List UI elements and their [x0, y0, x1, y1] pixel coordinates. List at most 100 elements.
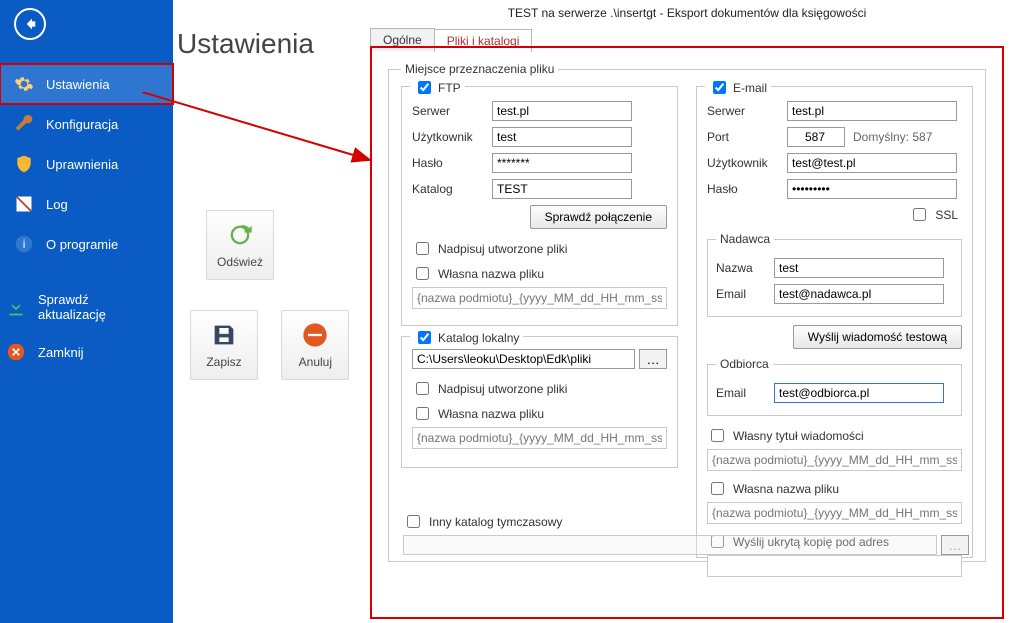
local-ownname-checkbox[interactable]: [416, 407, 429, 420]
sidebar-item-aktualizacje[interactable]: Sprawdź aktualizację: [0, 282, 173, 332]
shield-icon: [14, 154, 34, 174]
save-button[interactable]: Zapisz: [190, 310, 258, 380]
ftp-server-input[interactable]: [492, 101, 632, 121]
sidebar-item-uprawnienia[interactable]: Uprawnienia: [0, 144, 173, 184]
form-panel: Miejsce przeznaczenia pliku FTP Serwer U…: [370, 46, 1004, 619]
ftp-server-label: Serwer: [412, 104, 484, 118]
wrench-icon: [14, 114, 34, 134]
email-own-subject-label: Własny tytuł wiadomości: [733, 429, 864, 443]
sender-name-label: Nazwa: [716, 261, 766, 275]
email-test-button[interactable]: Wyślij wiadomość testową: [793, 325, 962, 349]
local-checkbox[interactable]: [418, 331, 431, 344]
email-pass-input[interactable]: [787, 179, 957, 199]
email-own-name-checkbox[interactable]: [711, 482, 724, 495]
sidebar-item-zamknij[interactable]: Zamknij: [0, 332, 173, 372]
email-server-input[interactable]: [787, 101, 957, 121]
save-icon: [210, 321, 238, 349]
sidebar-item-label: O programie: [46, 237, 118, 252]
ftp-user-input[interactable]: [492, 127, 632, 147]
local-legend-label: Katalog lokalny: [438, 331, 519, 345]
recipient-email-label: Email: [716, 386, 766, 400]
refresh-icon: [226, 221, 254, 249]
email-port-label: Port: [707, 130, 779, 144]
sidebar-item-label: Log: [46, 197, 68, 212]
email-own-subject-input: [707, 449, 962, 471]
local-ownname-label: Własna nazwa pliku: [438, 407, 544, 421]
refresh-button[interactable]: Odśwież: [206, 210, 274, 280]
sidebar-item-label: Konfiguracja: [46, 117, 118, 132]
tmp-path-input: [403, 535, 937, 555]
cancel-label: Anuluj: [299, 355, 332, 369]
save-label: Zapisz: [206, 355, 241, 369]
recipient-email-input[interactable]: [774, 383, 944, 403]
email-pass-label: Hasło: [707, 182, 779, 196]
ftp-ownname-checkbox[interactable]: [416, 267, 429, 280]
sender-legend: Nadawca: [716, 232, 774, 246]
gear-icon: [14, 74, 34, 94]
fieldset-destination-legend: Miejsce przeznaczenia pliku: [401, 62, 558, 76]
action-buttons: Odśwież Zapisz Anuluj: [190, 210, 365, 380]
sidebar-item-label: Ustawienia: [46, 77, 110, 92]
email-user-label: Użytkownik: [707, 156, 779, 170]
local-overwrite-label: Nadpisuj utworzone pliki: [438, 382, 567, 396]
email-bcc-input[interactable]: [707, 555, 962, 577]
group-temp-dir: Inny katalog tymczasowy …: [403, 506, 969, 555]
local-ownname-input: [412, 427, 667, 449]
email-port-hint: Domyślny: 587: [853, 130, 932, 144]
ftp-overwrite-checkbox[interactable]: [416, 242, 429, 255]
email-own-name-label: Własna nazwa pliku: [733, 482, 839, 496]
email-legend-label: E-mail: [733, 81, 767, 95]
email-user-input[interactable]: [787, 153, 957, 173]
email-server-label: Serwer: [707, 104, 779, 118]
cancel-button[interactable]: Anuluj: [281, 310, 349, 380]
page-title: Ustawienia: [173, 28, 314, 60]
email-ssl-checkbox[interactable]: [913, 208, 926, 221]
email-port-input[interactable]: [787, 127, 845, 147]
group-local: Katalog lokalny … Nadpisuj utworzone pli…: [401, 336, 678, 468]
ftp-pass-input[interactable]: [492, 153, 632, 173]
sidebar: Ustawienia Konfiguracja Uprawnienia Log …: [0, 0, 173, 623]
email-own-subject-checkbox[interactable]: [711, 429, 724, 442]
svg-text:i: i: [23, 238, 26, 251]
group-email: E-mail Serwer Port Domyślny: 587 Użytkow…: [696, 86, 973, 558]
fieldset-recipient: Odbiorca Email: [707, 357, 962, 416]
local-overwrite-checkbox[interactable]: [416, 382, 429, 395]
email-checkbox[interactable]: [713, 81, 726, 94]
ftp-overwrite-label: Nadpisuj utworzone pliki: [438, 242, 567, 256]
window-title: TEST na serwerze .\insertgt - Eksport do…: [370, 6, 1004, 20]
ftp-ownname-input: [412, 287, 667, 309]
close-icon: [6, 342, 26, 362]
sidebar-item-konfiguracja[interactable]: Konfiguracja: [0, 104, 173, 144]
local-path-input[interactable]: [412, 349, 635, 369]
sidebar-item-oprogramie[interactable]: i O programie: [0, 224, 173, 264]
sender-name-input[interactable]: [774, 258, 944, 278]
sidebar-item-label: Zamknij: [38, 345, 84, 360]
log-icon: [14, 194, 34, 214]
download-icon: [6, 297, 26, 317]
ftp-pass-label: Hasło: [412, 156, 484, 170]
local-browse-button[interactable]: …: [639, 349, 667, 369]
tmp-browse-button: …: [941, 535, 969, 555]
sidebar-item-log[interactable]: Log: [0, 184, 173, 224]
sidebar-item-label: Sprawdź aktualizację: [38, 292, 159, 322]
annotation-arrow: [142, 92, 374, 164]
cancel-icon: [301, 321, 329, 349]
ftp-dir-input[interactable]: [492, 179, 632, 199]
ftp-legend-label: FTP: [438, 81, 461, 95]
recipient-legend: Odbiorca: [716, 357, 773, 371]
back-button[interactable]: [14, 8, 46, 40]
ftp-checkbox[interactable]: [418, 81, 431, 94]
ftp-dir-label: Katalog: [412, 182, 484, 196]
email-ssl-label: SSL: [935, 208, 958, 222]
sender-email-input[interactable]: [774, 284, 944, 304]
sidebar-item-ustawienia[interactable]: Ustawienia: [0, 64, 173, 104]
ftp-ownname-label: Własna nazwa pliku: [438, 267, 544, 281]
refresh-label: Odśwież: [217, 255, 263, 269]
fieldset-sender: Nadawca Nazwa Email: [707, 232, 962, 317]
tmp-checkbox[interactable]: [407, 515, 420, 528]
sidebar-item-label: Uprawnienia: [46, 157, 118, 172]
group-ftp: FTP Serwer Użytkownik Hasło: [401, 86, 678, 326]
ftp-check-button[interactable]: Sprawdź połączenie: [530, 205, 667, 229]
fieldset-destination: Miejsce przeznaczenia pliku FTP Serwer U…: [388, 62, 986, 562]
tmp-label: Inny katalog tymczasowy: [429, 515, 562, 529]
